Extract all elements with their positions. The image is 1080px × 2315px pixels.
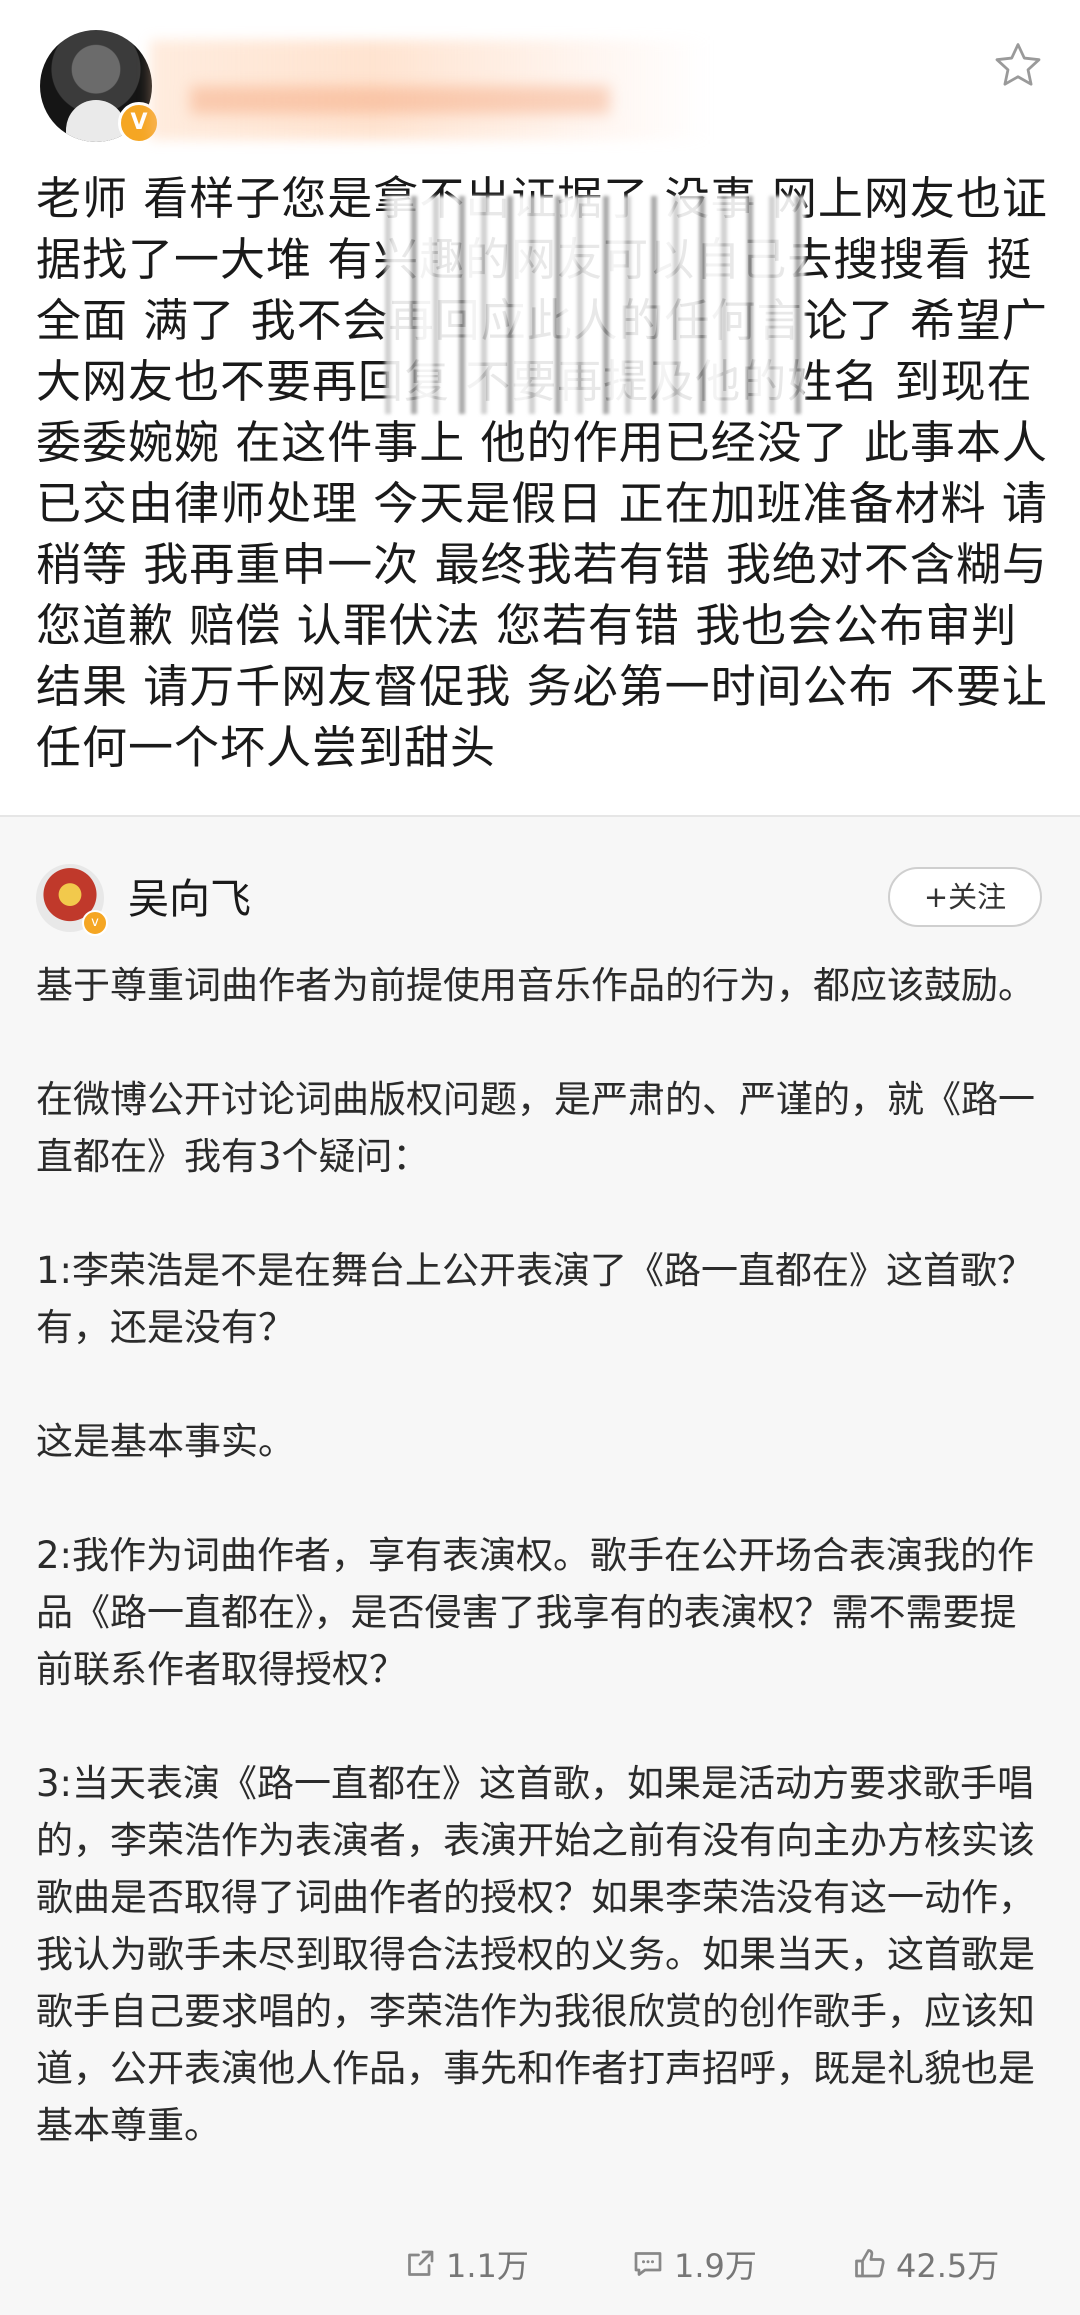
star-icon[interactable] bbox=[990, 38, 1046, 94]
comment-icon bbox=[634, 2252, 662, 2276]
like-count: 42.5万 bbox=[896, 2247, 1000, 2285]
author-avatar[interactable]: v bbox=[36, 864, 108, 936]
redacted-area bbox=[385, 196, 805, 414]
comment-action[interactable]: 1.9万 bbox=[630, 2240, 757, 2288]
author-name[interactable]: 吴向飞 bbox=[128, 875, 251, 923]
follow-button[interactable]: +关注 bbox=[888, 867, 1042, 927]
paragraph: 基于尊重词曲作者为前提使用音乐作品的行为，都应该鼓励。 bbox=[36, 964, 1035, 1007]
paragraph: 这是基本事实。 bbox=[36, 1420, 295, 1463]
paragraph: 3:当天表演《路一直都在》这首歌，如果是活动方要求歌手唱的，李荣浩作为表演者，表… bbox=[36, 1762, 1035, 2147]
like-action[interactable]: 42.5万 bbox=[852, 2240, 999, 2288]
repost-count: 1.1万 bbox=[446, 2247, 529, 2285]
blurred-username bbox=[150, 40, 710, 140]
paragraph: 2:我作为词曲作者，享有表演权。歌手在公开场合表演我的作品《路一直都在》，是否侵… bbox=[36, 1534, 1035, 1691]
repost-action[interactable]: 1.1万 bbox=[402, 2240, 529, 2288]
paragraph: 在微博公开讨论词曲版权问题，是严肃的、严谨的，就《路一直都在》我有3个疑问： bbox=[36, 1078, 1035, 1178]
share-icon bbox=[408, 2250, 434, 2276]
reposted-card[interactable]: v 吴向飞 +关注 基于尊重词曲作者为前提使用音乐作品的行为，都应该鼓励。 在微… bbox=[0, 817, 1080, 2315]
repost-body: 基于尊重词曲作者为前提使用音乐作品的行为，都应该鼓励。 在微博公开讨论词曲版权问… bbox=[36, 957, 1046, 2211]
verified-badge-icon: v bbox=[82, 910, 108, 936]
thumbs-up-icon bbox=[855, 2249, 885, 2278]
action-bar: 1.1万 1.9万 42.5万 bbox=[0, 2232, 1080, 2296]
paragraph: 1:李荣浩是不是在舞台上公开表演了《路一直都在》这首歌？有，还是没有？ bbox=[36, 1249, 1035, 1349]
original-post: V 老师 看样子您是拿不出证据了 没事 网上网友也证据找了一大堆 有兴趣的网友可… bbox=[0, 0, 1080, 815]
comment-count: 1.9万 bbox=[674, 2247, 757, 2285]
